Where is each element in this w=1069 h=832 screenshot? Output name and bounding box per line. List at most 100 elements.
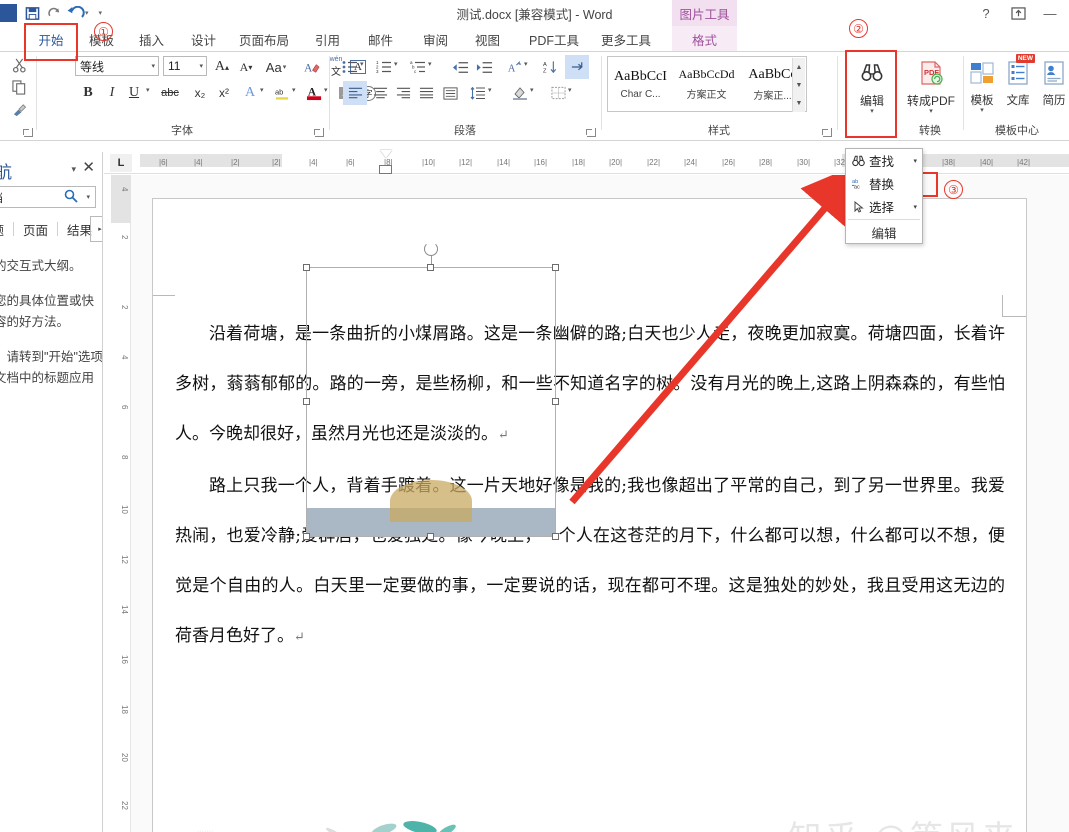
- styles-gallery[interactable]: AaBbCcI Char C... AaBbCcDd 方案正文 AaBbCc 方…: [607, 56, 807, 112]
- clipboard-dialog-launcher[interactable]: [23, 128, 33, 137]
- navigation-pane-close-icon[interactable]: ✕: [82, 158, 95, 176]
- sort-icon[interactable]: AZ: [539, 56, 561, 78]
- grow-font-icon[interactable]: A ▴: [211, 56, 233, 78]
- decrease-indent-icon[interactable]: [449, 56, 471, 78]
- tab-stop-selector[interactable]: L: [110, 154, 132, 172]
- east-asian-layout-caret[interactable]: ▾: [523, 60, 528, 68]
- strikethrough-icon[interactable]: abc: [159, 82, 181, 104]
- text-effects-caret[interactable]: ▾: [259, 86, 264, 94]
- resize-handle-s[interactable]: [427, 533, 434, 540]
- shading-caret[interactable]: ▾: [529, 86, 534, 94]
- vertical-ruler[interactable]: 4 2 2 4 6 8 10 12 14 16 18 20 22: [111, 175, 131, 832]
- nav-tab-pages[interactable]: 页面: [14, 220, 57, 239]
- template-button-caret[interactable]: ▾: [980, 107, 984, 114]
- menu-item-select-caret[interactable]: ▾: [913, 203, 917, 211]
- font-color-icon[interactable]: A: [303, 82, 325, 104]
- minimize-icon[interactable]: —: [1035, 2, 1065, 24]
- highlight-icon[interactable]: ab: [271, 82, 293, 104]
- justify-icon[interactable]: [415, 82, 437, 104]
- clear-formatting-icon[interactable]: A: [301, 56, 323, 78]
- styles-scroll-down-icon[interactable]: ▼: [793, 76, 805, 94]
- tab-insert[interactable]: 插入: [128, 26, 175, 52]
- distributed-align-icon[interactable]: [439, 82, 461, 104]
- font-name-combo[interactable]: 等线 ▾: [75, 56, 159, 76]
- styles-scrollbar[interactable]: ▲ ▼ ▼: [792, 58, 805, 112]
- bullet-list-icon[interactable]: [339, 56, 361, 78]
- tab-references[interactable]: 引用: [304, 26, 351, 52]
- left-indent-marker[interactable]: [379, 165, 392, 174]
- text-effects-icon[interactable]: A: [239, 82, 261, 104]
- edit-dropdown-menu[interactable]: 查找 ▾ ab ac 替换 选择 ▾ 编辑: [845, 148, 923, 244]
- font-size-combo[interactable]: 11 ▾: [163, 56, 207, 76]
- convert-to-pdf-caret[interactable]: ▾: [929, 108, 933, 115]
- font-dialog-launcher[interactable]: [314, 128, 324, 137]
- styles-scroll-up-icon[interactable]: ▲: [793, 58, 805, 76]
- rotate-handle[interactable]: [424, 242, 438, 256]
- document-page[interactable]: 沿着荷塘，是一条曲折的小煤屑路。这是一条幽僻的路;白天也少人走，夜晚更加寂寞。荷…: [152, 198, 1027, 832]
- font-name-caret[interactable]: ▾: [151, 62, 155, 70]
- styles-more-icon[interactable]: ▼: [793, 94, 805, 112]
- tab-design[interactable]: 设计: [180, 26, 227, 52]
- tab-review[interactable]: 审阅: [412, 26, 459, 52]
- resize-handle-nw[interactable]: [303, 264, 310, 271]
- shading-icon[interactable]: [509, 82, 531, 104]
- search-icon[interactable]: [64, 189, 78, 206]
- subscript-icon[interactable]: x₂: [189, 82, 211, 104]
- resume-button[interactable]: 简历: [1037, 56, 1069, 122]
- style-item-1[interactable]: AaBbCcDd 方案正文: [674, 57, 740, 111]
- document-canvas[interactable]: 沿着荷塘，是一条曲折的小煤屑路。这是一条幽僻的路;白天也少人走，夜晚更加寂寞。荷…: [131, 175, 1069, 832]
- tab-pdf-tools[interactable]: PDF工具: [518, 26, 590, 52]
- menu-item-select[interactable]: 选择 ▾: [846, 195, 922, 218]
- borders-icon[interactable]: [547, 82, 569, 104]
- help-icon[interactable]: ?: [971, 2, 1001, 24]
- navigation-pane-caret-icon[interactable]: ▾: [71, 164, 76, 175]
- tab-mailings[interactable]: 邮件: [357, 26, 404, 52]
- font-size-caret[interactable]: ▾: [199, 62, 203, 70]
- nav-tab-headings[interactable]: 标题: [0, 220, 13, 239]
- style-item-0[interactable]: AaBbCcI Char C...: [608, 57, 674, 111]
- tab-view[interactable]: 视图: [464, 26, 511, 52]
- paragraph-dialog-launcher[interactable]: [586, 128, 596, 137]
- format-painter-icon[interactable]: [4, 98, 34, 120]
- superscript-icon[interactable]: x²: [213, 82, 235, 104]
- tab-format[interactable]: 格式: [672, 26, 737, 52]
- east-asian-layout-icon[interactable]: A: [503, 56, 525, 78]
- selected-image[interactable]: [303, 242, 559, 540]
- styles-dialog-launcher[interactable]: [822, 128, 832, 137]
- borders-caret[interactable]: ▾: [567, 86, 572, 94]
- first-line-indent-marker[interactable]: [380, 150, 392, 158]
- template-button[interactable]: 模板 ▾: [965, 56, 999, 122]
- align-center-icon[interactable]: [369, 82, 391, 104]
- tab-more-tools[interactable]: 更多工具: [590, 26, 662, 52]
- line-spacing-icon[interactable]: [467, 82, 489, 104]
- numbered-list-icon[interactable]: 123: [373, 56, 395, 78]
- tab-page-layout[interactable]: 页面布局: [228, 26, 300, 52]
- resize-handle-n[interactable]: [427, 264, 434, 271]
- resize-handle-se[interactable]: [552, 533, 559, 540]
- document-body-text[interactable]: 沿着荷塘，是一条曲折的小煤屑路。这是一条幽僻的路;白天也少人走，夜晚更加寂寞。荷…: [175, 309, 1005, 663]
- multilevel-list-icon[interactable]: abc: [407, 56, 429, 78]
- multilevel-list-caret[interactable]: ▾: [427, 60, 432, 68]
- align-left-icon[interactable]: [343, 81, 367, 105]
- bullet-list-caret[interactable]: ▾: [359, 60, 364, 68]
- menu-item-find-caret[interactable]: ▾: [913, 157, 917, 165]
- align-right-icon[interactable]: [392, 82, 414, 104]
- menu-item-find[interactable]: 查找 ▾: [846, 149, 922, 172]
- change-case-icon[interactable]: Aa ▾: [265, 56, 287, 78]
- menu-item-replace[interactable]: ab ac 替换: [846, 172, 922, 195]
- underline-icon[interactable]: U: [123, 82, 145, 104]
- resize-handle-ne[interactable]: [552, 264, 559, 271]
- italic-icon[interactable]: I: [101, 82, 123, 104]
- numbered-list-caret[interactable]: ▾: [393, 60, 398, 68]
- horizontal-ruler[interactable]: L |6| |4| |2| |2| |4| |6| |8| |10| |12| |14| |16| |…: [104, 150, 1069, 174]
- highlight-caret[interactable]: ▾: [291, 86, 296, 94]
- nav-tabs-more-icon[interactable]: ▸: [90, 216, 102, 242]
- shrink-font-icon[interactable]: A ▾: [235, 56, 257, 78]
- library-button[interactable]: NEW 文库: [1001, 54, 1035, 122]
- line-spacing-caret[interactable]: ▾: [487, 86, 492, 94]
- search-options-caret[interactable]: ▾: [86, 193, 90, 201]
- convert-to-pdf-button[interactable]: PDF 转成PDF ▾: [903, 56, 959, 122]
- font-color-caret[interactable]: ▾: [323, 86, 328, 94]
- resize-handle-w[interactable]: [303, 398, 310, 405]
- resize-handle-sw[interactable]: [303, 533, 310, 540]
